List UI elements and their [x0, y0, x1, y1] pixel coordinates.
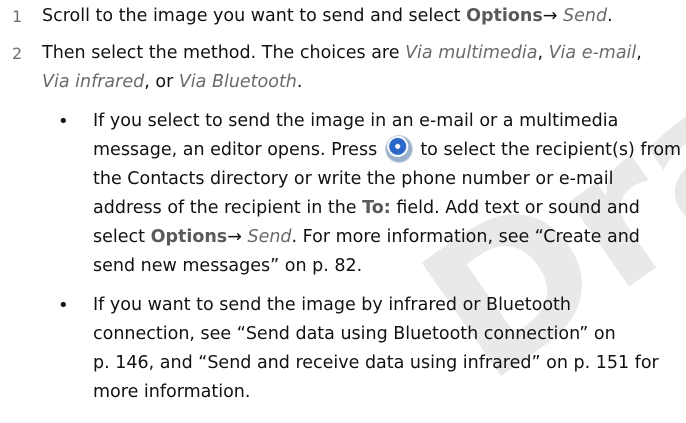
bullet-line: send new messages” on p. 82.: [93, 256, 363, 276]
step-text: Via infrared, or Via Bluetooth.: [42, 72, 303, 92]
via-infrared-option: Via infrared: [42, 72, 145, 92]
bullet-line: address of the recipient in the To: fiel…: [93, 198, 640, 218]
options-menu-label: Options: [150, 227, 228, 247]
send-option-label: Send: [247, 227, 292, 247]
bullet-line: the Contacts directory or write the phon…: [93, 169, 614, 189]
bullet-line: connection, see “Send data using Bluetoo…: [93, 324, 616, 344]
bullet-dot: •: [58, 111, 69, 132]
step-number: 1: [12, 7, 23, 26]
to-field-label: To:: [362, 198, 391, 218]
navigation-key-icon: [385, 136, 412, 162]
step-number: 2: [12, 44, 23, 63]
bullet-line: message, an editor opens. Press to selec…: [93, 136, 681, 165]
bullet-dot: •: [58, 295, 69, 316]
step-text: Then select the method. The choices are …: [42, 43, 642, 63]
via-bluetooth-option: Via Bluetooth: [178, 72, 297, 92]
via-multimedia-option: Via multimedia: [405, 43, 538, 63]
bullet-line: If you want to send the image by infrare…: [93, 295, 572, 315]
bullet-line: p. 146, and “Send and receive data using…: [93, 353, 659, 373]
bullet-line: If you select to send the image in an e-…: [93, 111, 619, 131]
bullet-line: more information.: [93, 382, 251, 402]
via-email-option: Via e-mail: [548, 43, 637, 63]
options-menu-label: Options: [466, 6, 543, 26]
send-option-label: Send: [563, 6, 608, 26]
step-text: Scroll to the image you want to send and…: [42, 6, 613, 26]
bullet-line: select Options→ Send. For more informati…: [93, 227, 640, 247]
